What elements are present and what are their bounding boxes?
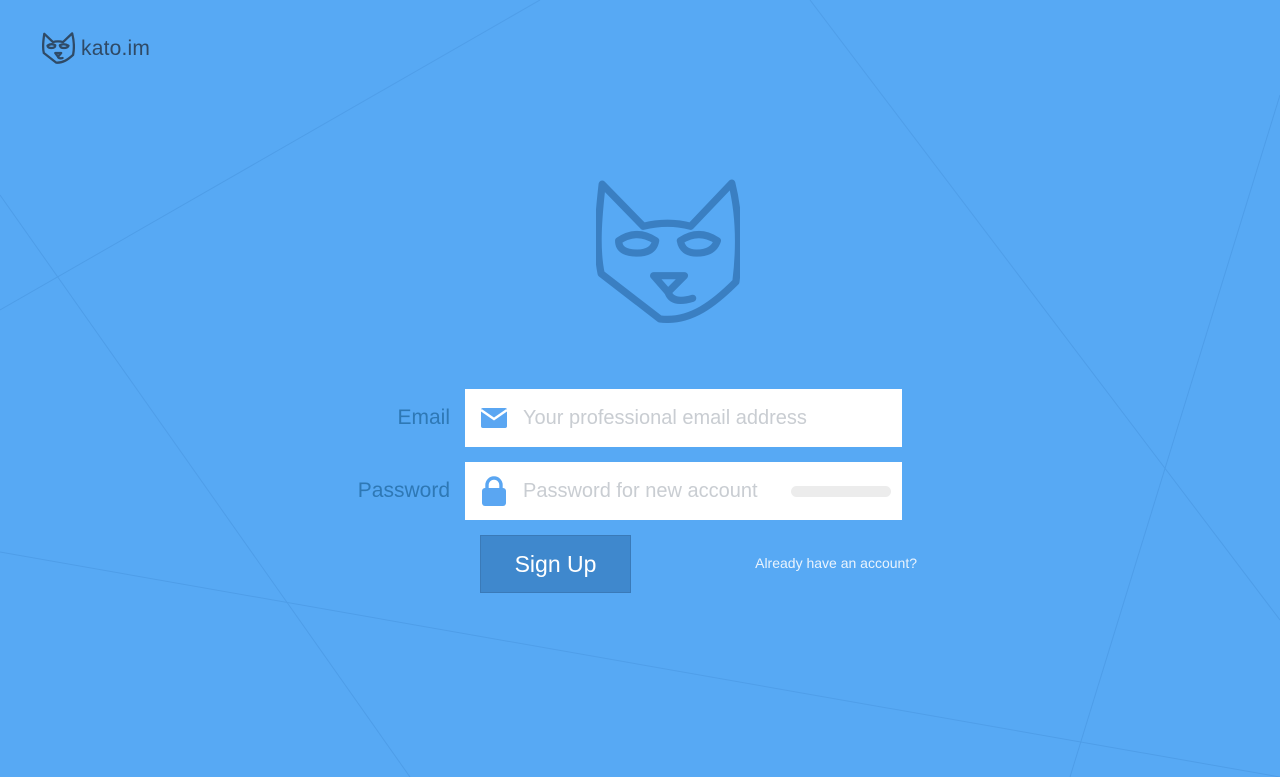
email-input[interactable] <box>523 390 902 446</box>
brand-name: kato.im <box>81 36 151 60</box>
email-field[interactable] <box>465 389 902 447</box>
password-row: Password <box>300 462 917 520</box>
password-strength-meter <box>791 486 891 497</box>
password-label: Password <box>357 479 450 502</box>
envelope-icon <box>465 389 523 447</box>
login-link[interactable]: Already have an account? <box>755 555 917 571</box>
cat-mascot-icon <box>596 179 740 323</box>
lock-icon <box>465 462 523 520</box>
password-field[interactable] <box>465 462 908 520</box>
email-label: Email <box>397 406 450 429</box>
brand-logo[interactable]: kato.im <box>41 32 150 64</box>
sign-up-button[interactable]: Sign Up <box>480 535 631 593</box>
email-row: Email <box>300 389 917 447</box>
cat-face-icon <box>41 32 75 64</box>
